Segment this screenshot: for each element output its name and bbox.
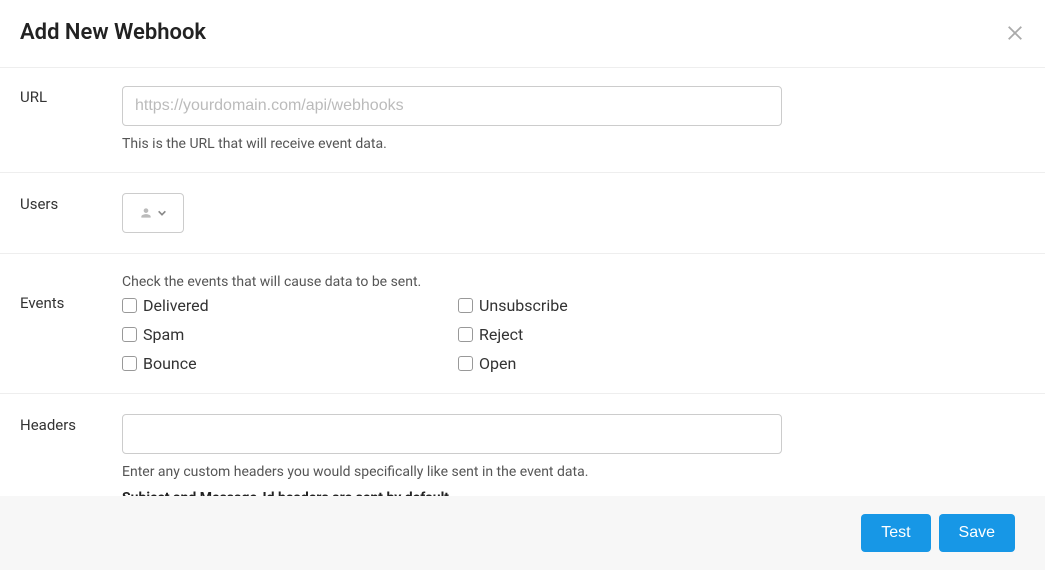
headers-help-text: Enter any custom headers you would speci… [122,464,1025,480]
checkbox-reject: Reject [458,325,794,344]
section-events: Events Check the events that will cause … [0,254,1045,394]
person-icon [139,206,153,220]
headers-content: Enter any custom headers you would speci… [122,414,1025,506]
url-input[interactable] [122,86,782,126]
checkbox-label-unsubscribe[interactable]: Unsubscribe [479,296,568,315]
url-help-text: This is the URL that will receive event … [122,136,1025,152]
users-label: Users [20,193,122,233]
checkbox-label-open[interactable]: Open [479,354,516,373]
checkbox-input-delivered[interactable] [122,298,137,313]
modal-footer: Test Save [0,496,1045,570]
checkbox-unsubscribe: Unsubscribe [458,296,794,315]
modal-title: Add New Webhook [20,20,206,45]
events-checkbox-grid: Delivered Unsubscribe Spam Reject Bounce… [122,296,1025,373]
headers-input[interactable] [122,414,782,454]
checkbox-input-bounce[interactable] [122,356,137,371]
checkbox-input-unsubscribe[interactable] [458,298,473,313]
save-button[interactable]: Save [939,514,1015,552]
section-url: URL This is the URL that will receive ev… [0,68,1045,173]
checkbox-label-bounce[interactable]: Bounce [143,354,197,373]
checkbox-bounce: Bounce [122,354,458,373]
checkbox-open: Open [458,354,794,373]
checkbox-input-open[interactable] [458,356,473,371]
users-content [122,193,1025,233]
close-icon[interactable] [1005,23,1025,43]
modal-header: Add New Webhook [0,0,1045,68]
checkbox-input-spam[interactable] [122,327,137,342]
headers-label: Headers [20,414,122,506]
events-content: Check the events that will cause data to… [122,274,1025,373]
section-users: Users [0,173,1045,254]
checkbox-label-reject[interactable]: Reject [479,325,523,344]
test-button[interactable]: Test [861,514,930,552]
events-label: Events [20,274,122,373]
url-content: This is the URL that will receive event … [122,86,1025,152]
events-instruction: Check the events that will cause data to… [122,274,1025,290]
checkbox-label-delivered[interactable]: Delivered [143,296,209,315]
checkbox-label-spam[interactable]: Spam [143,325,184,344]
users-dropdown[interactable] [122,193,184,233]
url-label: URL [20,86,122,152]
checkbox-input-reject[interactable] [458,327,473,342]
chevron-down-icon [157,208,167,218]
checkbox-delivered: Delivered [122,296,458,315]
checkbox-spam: Spam [122,325,458,344]
